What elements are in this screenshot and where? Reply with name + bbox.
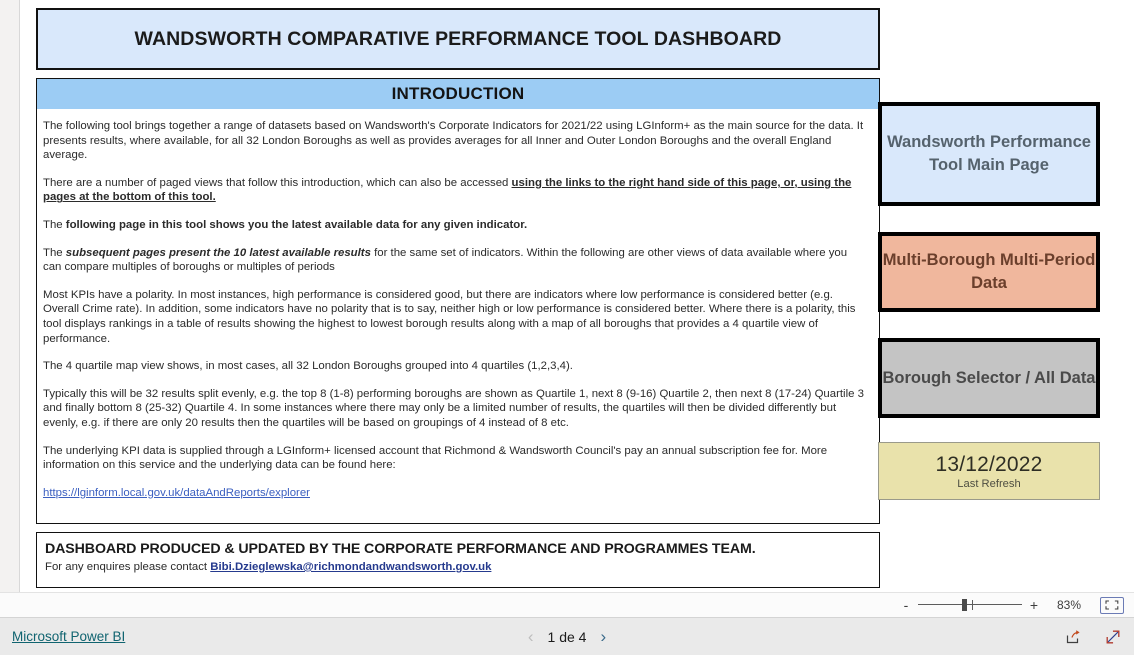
dashboard-title-box: WANDSWORTH COMPARATIVE PERFORMANCE TOOL …: [36, 8, 880, 70]
intro-paragraph-3: The following page in this tool shows yo…: [43, 218, 867, 233]
report-main-column: WANDSWORTH COMPARATIVE PERFORMANCE TOOL …: [36, 8, 880, 588]
zoom-level-label: 83%: [1056, 598, 1082, 612]
nav-button-multi-borough-multi-period[interactable]: Multi-Borough Multi-Period Data: [878, 232, 1100, 312]
intro-p4-emphasis: subsequent pages present the 10 latest a…: [65, 246, 371, 259]
last-refresh-date: 13/12/2022: [935, 452, 1043, 476]
zoom-in-button[interactable]: +: [1028, 598, 1040, 612]
credits-heading: DASHBOARD PRODUCED & UPDATED BY THE CORP…: [45, 541, 756, 557]
intro-paragraph-5: Most KPIs have a polarity. In most insta…: [43, 288, 856, 345]
share-icon[interactable]: [1065, 628, 1082, 645]
intro-paragraph-8: The underlying KPI data is supplied thro…: [43, 444, 828, 472]
zoom-slider-tick: [972, 600, 973, 610]
intro-paragraph-4: The subsequent pages present the 10 late…: [43, 246, 867, 275]
intro-paragraph-1: The following tool brings together a ran…: [43, 120, 864, 162]
lginform-explorer-link[interactable]: https://lginform.local.gov.uk/dataAndRep…: [43, 487, 310, 499]
report-nav-column: Wandsworth Performance Tool Main Page Mu…: [878, 8, 1100, 500]
intro-p3-plain: The: [43, 218, 66, 231]
introduction-body: The following tool brings together a ran…: [37, 109, 879, 523]
introduction-header: INTRODUCTION: [37, 79, 879, 109]
zoom-slider-track: [918, 604, 1022, 605]
zoom-control-bar: - + 83%: [0, 592, 1134, 617]
powerbi-brand-link[interactable]: Microsoft Power BI: [12, 629, 125, 644]
status-bar-actions: [1065, 628, 1122, 646]
page-navigator: ‹ 1 de 4 ›: [487, 628, 647, 645]
contact-email-link[interactable]: Bibi.Dzieglewska@richmondandwandsworth.g…: [210, 561, 491, 573]
intro-paragraph-2: There are a number of paged views that f…: [43, 176, 867, 205]
chevron-left-icon[interactable]: ‹: [528, 628, 534, 645]
zoom-out-button[interactable]: -: [900, 598, 912, 612]
last-refresh-card: 13/12/2022 Last Refresh: [878, 442, 1100, 500]
credits-contact-text: For any enquires please contact: [45, 561, 211, 573]
intro-paragraph-link: https://lginform.local.gov.uk/dataAndRep…: [43, 486, 867, 501]
canvas-left-gutter: [0, 0, 20, 592]
intro-p3-emphasis: following page in this tool shows you th…: [65, 218, 528, 231]
report-canvas: WANDSWORTH COMPARATIVE PERFORMANCE TOOL …: [21, 0, 1101, 592]
chevron-right-icon[interactable]: ›: [600, 628, 606, 645]
zoom-slider[interactable]: [918, 598, 1022, 612]
last-refresh-label: Last Refresh: [957, 477, 1021, 490]
page-title: WANDSWORTH COMPARATIVE PERFORMANCE TOOL …: [134, 27, 782, 50]
nav-button-borough-selector-all-data[interactable]: Borough Selector / All Data: [878, 338, 1100, 418]
intro-p2-plain: There are a number of paged views that f…: [43, 176, 512, 189]
report-viewport: WANDSWORTH COMPARATIVE PERFORMANCE TOOL …: [0, 0, 1134, 592]
fit-to-page-icon[interactable]: [1100, 596, 1124, 614]
fullscreen-icon[interactable]: [1104, 628, 1122, 646]
page-indicator-label: 1 de 4: [547, 628, 587, 645]
introduction-panel: INTRODUCTION The following tool brings t…: [36, 78, 880, 524]
powerbi-report-window: WANDSWORTH COMPARATIVE PERFORMANCE TOOL …: [0, 0, 1134, 655]
intro-paragraph-6: The 4 quartile map view shows, in most c…: [43, 360, 573, 373]
nav-button-main-page[interactable]: Wandsworth Performance Tool Main Page: [878, 102, 1100, 206]
zoom-slider-handle[interactable]: [962, 599, 967, 611]
intro-paragraph-7: Typically this will be 32 results split …: [43, 387, 864, 429]
report-credits-panel: DASHBOARD PRODUCED & UPDATED BY THE CORP…: [36, 532, 880, 588]
fit-to-page-glyph: [1105, 600, 1119, 610]
credits-contact-line: For any enquires please contact Bibi.Dzi…: [45, 561, 869, 573]
status-bar: Microsoft Power BI ‹ 1 de 4 ›: [0, 617, 1134, 655]
intro-p4-plain-start: The: [43, 246, 66, 259]
